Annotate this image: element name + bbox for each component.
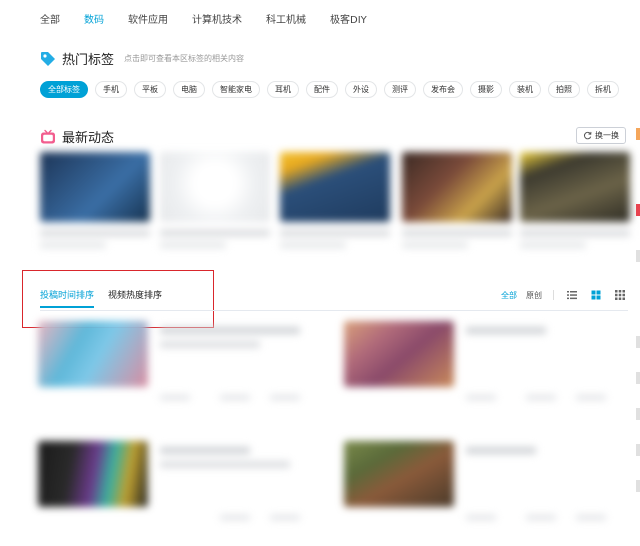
video-title-placeholder — [402, 230, 512, 236]
video-meta-placeholder — [160, 395, 190, 400]
sidebar-fragment — [636, 480, 640, 492]
tab-sort-by-upload-time[interactable]: 投稿时间排序 — [40, 288, 95, 308]
video-card[interactable] — [336, 315, 626, 415]
latest-video-card[interactable] — [160, 152, 270, 248]
video-title-placeholder — [160, 230, 270, 236]
video-title-placeholder — [160, 447, 250, 454]
nav-item-software[interactable]: 软件应用 — [128, 12, 168, 30]
video-subtitle-placeholder — [160, 341, 260, 348]
refresh-label: 换一换 — [595, 131, 619, 140]
tag-chip-tablet[interactable]: 平板 — [134, 81, 166, 98]
video-meta-placeholder — [576, 515, 606, 520]
tag-chip-launch-event[interactable]: 发布会 — [423, 81, 463, 98]
tag-chip-review[interactable]: 测评 — [384, 81, 416, 98]
sidebar-fragment — [636, 408, 640, 420]
list-view-icon[interactable] — [566, 289, 578, 301]
tag-chip-accessories[interactable]: 配件 — [306, 81, 338, 98]
video-title-placeholder — [40, 230, 150, 236]
nav-item-engineering[interactable]: 科工机械 — [266, 12, 306, 30]
video-meta-placeholder — [280, 242, 346, 248]
video-grid — [30, 315, 630, 546]
video-subtitle-placeholder — [160, 461, 290, 468]
video-meta-placeholder — [466, 395, 496, 400]
video-meta-placeholder — [520, 242, 586, 248]
sidebar-fragment — [636, 128, 640, 140]
video-meta-placeholder — [220, 515, 250, 520]
grid-view-icon[interactable] — [590, 289, 602, 301]
sidebar-fragment — [636, 336, 640, 348]
video-card[interactable] — [30, 435, 320, 535]
video-title-placeholder — [466, 327, 546, 334]
latest-video-card[interactable] — [520, 152, 630, 248]
video-card[interactable] — [336, 435, 626, 535]
video-meta-placeholder — [220, 395, 250, 400]
video-meta-placeholder — [576, 395, 606, 400]
nav-item-digital[interactable]: 数码 — [84, 12, 104, 30]
video-card[interactable] — [30, 315, 320, 415]
video-thumbnail — [520, 152, 630, 222]
video-title-placeholder — [466, 447, 536, 454]
tab-sort-by-popularity[interactable]: 视频热度排序 — [108, 288, 162, 308]
video-meta-placeholder — [526, 515, 556, 520]
small-grid-view-icon[interactable] — [614, 289, 626, 301]
refresh-button[interactable]: 换一换 — [576, 127, 626, 144]
video-meta-placeholder — [270, 515, 300, 520]
tag-chip-list: 全部标签 手机 平板 电脑 智能家电 耳机 配件 外设 测评 发布会 摄影 装机… — [40, 81, 626, 98]
video-title-placeholder — [520, 230, 630, 236]
video-meta-placeholder — [402, 242, 468, 248]
sidebar-fragment — [636, 372, 640, 384]
sidebar-fragment — [636, 204, 640, 216]
filter-all[interactable]: 全部 — [501, 290, 517, 301]
refresh-icon — [583, 131, 592, 140]
latest-title: 最新动态 — [62, 131, 115, 146]
video-meta-placeholder — [526, 395, 556, 400]
video-thumbnail — [40, 152, 150, 222]
latest-video-card[interactable] — [40, 152, 150, 248]
latest-video-card[interactable] — [402, 152, 512, 248]
video-thumbnail — [38, 441, 148, 507]
sidebar-fragment — [636, 250, 640, 262]
tag-chip-phone[interactable]: 手机 — [95, 81, 127, 98]
video-thumbnail — [280, 152, 390, 222]
latest-video-card[interactable] — [280, 152, 390, 248]
video-thumbnail — [344, 321, 454, 387]
sort-tabs: 投稿时间排序 视频热度排序 — [40, 288, 176, 308]
video-meta-placeholder — [270, 395, 300, 400]
video-meta-placeholder — [160, 242, 226, 248]
video-title-placeholder — [280, 230, 390, 236]
tag-chip-all[interactable]: 全部标签 — [40, 81, 88, 98]
sidebar-fragment — [636, 444, 640, 456]
hot-tags-title: 热门标签 — [62, 53, 115, 68]
tag-chip-photography[interactable]: 摄影 — [470, 81, 502, 98]
tag-chip-pc-build[interactable]: 装机 — [509, 81, 541, 98]
section-divider — [40, 310, 628, 311]
filter-toolbar: 全部 原创 — [501, 289, 626, 301]
toolbar-separator — [553, 290, 554, 300]
video-meta-placeholder — [466, 515, 496, 520]
filter-original[interactable]: 原创 — [526, 290, 542, 301]
video-thumbnail — [160, 152, 270, 222]
latest-header: 最新动态 — [40, 127, 114, 146]
tag-chip-peripherals[interactable]: 外设 — [345, 81, 377, 98]
category-nav: 全部 数码 软件应用 计算机技术 科工机械 极客DIY — [40, 12, 391, 30]
tag-chip-teardown[interactable]: 拆机 — [587, 81, 619, 98]
video-thumbnail — [402, 152, 512, 222]
tag-chip-smart-home[interactable]: 智能家电 — [212, 81, 260, 98]
hot-tags-hint: 点击即可查看本区标签的相关内容 — [124, 54, 245, 63]
hot-tags-header: 热门标签 点击即可查看本区标签的相关内容 — [40, 49, 244, 68]
nav-item-all[interactable]: 全部 — [40, 12, 60, 30]
video-meta-placeholder — [40, 242, 106, 248]
tag-chip-headphones[interactable]: 耳机 — [267, 81, 299, 98]
nav-item-geek-diy[interactable]: 极客DIY — [330, 12, 367, 30]
tag-icon — [41, 51, 55, 66]
tag-chip-computer[interactable]: 电脑 — [173, 81, 205, 98]
video-thumbnail — [38, 321, 148, 387]
nav-item-computer-tech[interactable]: 计算机技术 — [192, 12, 242, 30]
tv-icon — [41, 129, 55, 143]
latest-video-row — [40, 152, 640, 262]
video-thumbnail — [344, 441, 454, 507]
video-title-placeholder — [160, 327, 300, 334]
tag-chip-taking-photos[interactable]: 拍照 — [548, 81, 580, 98]
